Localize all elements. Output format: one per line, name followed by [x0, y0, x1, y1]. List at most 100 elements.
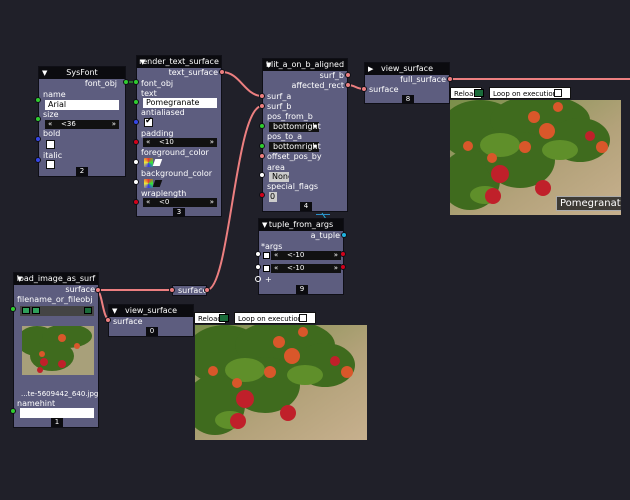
image-icon[interactable] [32, 307, 40, 314]
collapse-triangle-icon[interactable]: ▶ [368, 63, 373, 75]
node-header[interactable]: ▼ render_text_surface [137, 56, 221, 68]
node-header[interactable]: ▼ load_image_as_surf [14, 273, 98, 285]
node-render-text-surface[interactable]: ▼ render_text_surface text_surface font_o… [136, 55, 222, 217]
decrement-icon[interactable]: « [48, 120, 52, 129]
collapse-triangle-icon[interactable]: ▼ [262, 219, 267, 231]
reroute-out-socket[interactable] [204, 287, 210, 293]
size-spinner[interactable]: « <36 » [45, 120, 119, 129]
remove-arg-icon[interactable] [263, 265, 270, 272]
decrement-icon[interactable]: « [274, 264, 278, 273]
node-tuple-from-args[interactable]: ▼ tuple_from_args a_tuple *args «<-10» «<… [258, 218, 344, 295]
pos-to-a-socket[interactable] [259, 143, 265, 149]
wraplength-spinner[interactable]: « <0 » [143, 198, 217, 207]
node-sysfont[interactable]: ▼ SysFont font_obj name Arial size «<36» … [38, 66, 126, 177]
node-header[interactable]: ▼ blit_a_on_b_aligned [263, 59, 347, 71]
wraplength-socket[interactable] [133, 199, 139, 205]
node-header[interactable]: ▼ view_surface [109, 305, 193, 317]
collapse-triangle-icon[interactable]: ▼ [42, 67, 47, 79]
decrement-icon[interactable]: « [274, 251, 278, 260]
arg2-spinner[interactable]: « <-10 » [271, 264, 341, 273]
load-surface-out-socket[interactable] [95, 287, 101, 293]
increment-icon[interactable]: » [112, 120, 116, 129]
italic-checkbox[interactable] [46, 160, 55, 169]
node-header[interactable]: ▼ SysFont [39, 67, 125, 79]
node-header[interactable]: ▼ tuple_from_args [259, 219, 343, 231]
arg2-socket[interactable] [255, 264, 261, 270]
arg1-value: <-10 [287, 251, 305, 259]
reroute-in-socket[interactable] [169, 287, 175, 293]
bold-checkbox[interactable] [46, 140, 55, 149]
affected-rect-out-socket[interactable] [345, 82, 351, 88]
surf-b-out-socket[interactable] [345, 72, 351, 78]
name-field[interactable]: Arial [45, 100, 119, 110]
collapse-triangle-icon[interactable]: ▼ [112, 305, 117, 317]
node-view-surface-top[interactable]: ▶ view_surface full_surface surface 8 [364, 62, 450, 104]
node-view-surface-bottom[interactable]: ▼ view_surface surface 0 [108, 304, 194, 337]
font-obj-out-socket[interactable] [123, 79, 129, 85]
edit-icon[interactable] [84, 307, 92, 314]
special-flags-field[interactable]: 0 [269, 192, 277, 202]
folder-icon[interactable] [22, 307, 30, 314]
decrement-icon[interactable]: « [146, 198, 150, 207]
increment-icon[interactable]: » [210, 138, 214, 147]
file-picker-toolbar[interactable] [20, 306, 94, 316]
remove-arg-icon[interactable] [263, 252, 270, 259]
new-arg-socket[interactable] [255, 276, 261, 282]
increment-icon[interactable]: » [334, 264, 338, 273]
namehint-socket[interactable] [10, 408, 16, 414]
name-socket[interactable] [35, 97, 41, 103]
foreground-color-socket[interactable] [133, 159, 139, 165]
pos-to-a-dropdown[interactable]: bottomright ▾ [269, 142, 321, 152]
loop-checkbox[interactable] [554, 89, 562, 97]
pos-from-b-socket[interactable] [259, 123, 265, 129]
filename-socket[interactable] [10, 306, 16, 312]
foreground-color-icon[interactable] [144, 158, 163, 167]
node-load-image-as-surf[interactable]: ▼ load_image_as_surf surface filename_or_… [13, 272, 99, 428]
bold-socket[interactable] [35, 136, 41, 142]
font-obj-in-socket[interactable] [133, 79, 139, 85]
arg1-out-socket[interactable] [340, 251, 346, 257]
increment-icon[interactable]: » [334, 251, 338, 260]
collapse-triangle-icon[interactable]: ▼ [266, 59, 271, 71]
text-field[interactable]: Pomegranate [143, 98, 217, 108]
output-label: font_obj [84, 79, 117, 88]
increment-icon[interactable]: » [210, 198, 214, 207]
node-blit-a-on-b-aligned[interactable]: ▼ blit_a_on_b_aligned surf_b affected_rec… [262, 58, 348, 212]
pomegranate-photo-bottom [195, 325, 367, 440]
collapse-triangle-icon[interactable]: ▼ [140, 56, 145, 68]
background-color-icon[interactable] [144, 179, 163, 188]
full-surface-out-socket[interactable] [447, 76, 453, 82]
antialiased-checkbox[interactable] [144, 116, 153, 127]
view-surface-in-socket[interactable] [361, 86, 367, 92]
antialiased-socket[interactable] [133, 119, 139, 125]
a-tuple-out-socket[interactable] [341, 232, 347, 238]
background-color-socket[interactable] [133, 179, 139, 185]
area-socket[interactable] [259, 172, 265, 178]
padding-socket[interactable] [133, 139, 139, 145]
text-surface-out-socket[interactable] [219, 69, 225, 75]
add-arg-button[interactable]: + [265, 275, 272, 284]
collapse-triangle-icon[interactable]: ▼ [17, 273, 22, 285]
wraplength-value: <0 [159, 198, 170, 206]
reroute-node[interactable]: surface [172, 285, 208, 296]
area-field[interactable]: None [269, 172, 289, 182]
size-socket[interactable] [35, 116, 41, 122]
italic-socket[interactable] [35, 157, 41, 163]
arg2-out-socket[interactable] [340, 264, 346, 270]
decrement-icon[interactable]: « [146, 138, 150, 147]
arg1-socket[interactable] [255, 251, 261, 257]
namehint-field[interactable] [20, 408, 94, 418]
text-socket[interactable] [133, 99, 139, 105]
special-flags-socket[interactable] [259, 192, 265, 198]
padding-spinner[interactable]: « <10 » [143, 138, 217, 147]
arg1-spinner[interactable]: « <-10 » [271, 251, 341, 260]
view-bottom-in-socket[interactable] [105, 317, 111, 323]
surf-b-socket[interactable] [259, 103, 265, 109]
node-header[interactable]: ▶ view_surface [365, 63, 449, 75]
reload-icon[interactable] [219, 314, 229, 322]
pos-from-b-dropdown[interactable]: bottomright ▾ [269, 122, 321, 132]
loop-checkbox[interactable] [299, 314, 307, 322]
reload-icon[interactable] [474, 89, 484, 97]
offset-socket[interactable] [259, 153, 265, 159]
surf-a-socket[interactable] [259, 93, 265, 99]
